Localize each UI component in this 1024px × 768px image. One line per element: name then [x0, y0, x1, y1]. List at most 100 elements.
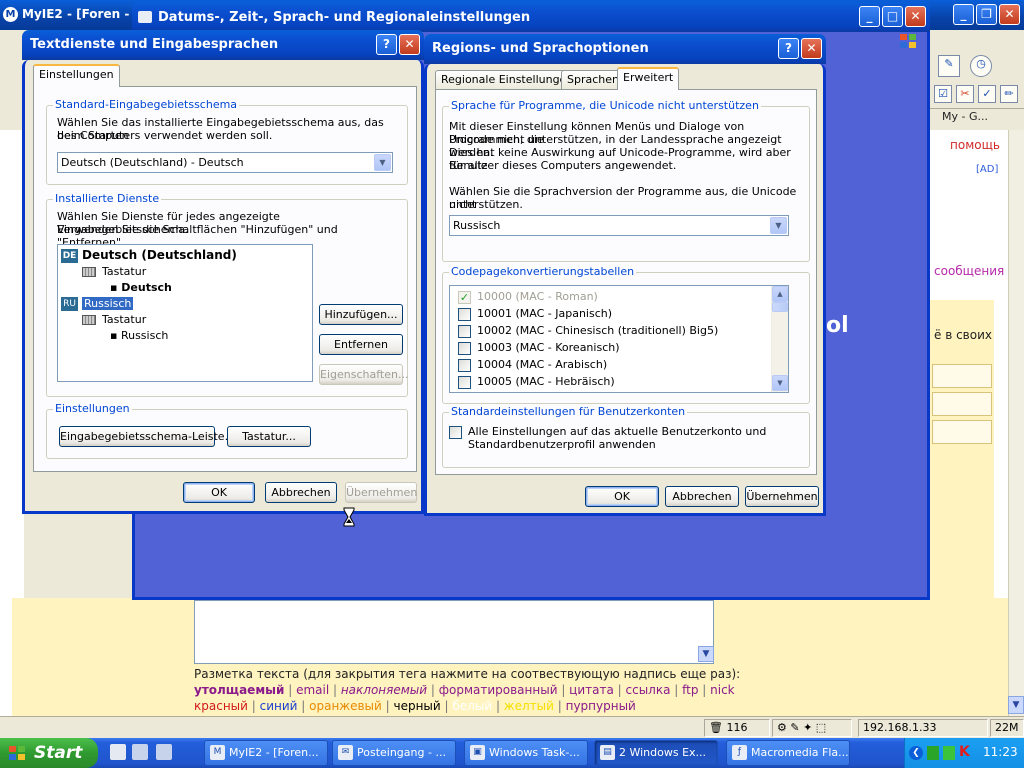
scroll-down-icon[interactable]: ▼ [1008, 696, 1024, 714]
markup-tag-link[interactable]: черный [394, 699, 441, 713]
markup-tag-link[interactable]: белый [452, 699, 492, 713]
keyboard-settings-button[interactable]: Tastatur... [227, 426, 311, 447]
chevron-down-icon[interactable]: ▼ [374, 154, 391, 171]
markup-tag-link[interactable]: email [296, 683, 329, 697]
status-tool-icons[interactable]: ⚙ ✎ ✦ ⬚ [777, 721, 826, 734]
help-icon[interactable]: ? [778, 38, 799, 59]
installed-services-tree[interactable]: DE Deutsch (Deutschland) Tastatur ▪ Deuts… [57, 244, 313, 382]
markup-tag-link[interactable]: ftp [682, 683, 698, 697]
message-textarea[interactable] [194, 600, 714, 664]
help-link[interactable]: помощь [950, 138, 1000, 152]
properties-button[interactable]: Eigenschaften... [319, 364, 408, 385]
maximize-icon[interactable]: □ [882, 6, 903, 27]
scroll-thumb[interactable] [772, 302, 788, 312]
ok-button[interactable]: OK [183, 482, 255, 503]
edit-icon[interactable]: ✎ [938, 55, 960, 77]
markup-tag-link[interactable]: оранжевый [309, 699, 382, 713]
codepage-item[interactable]: 10002 (MAC - Chinesisch (traditionell) B… [458, 324, 718, 338]
codepage-checkbox[interactable] [458, 358, 471, 372]
markup-tag-link[interactable]: пурпурный [566, 699, 636, 713]
taskbar-button[interactable]: ƒ Macromedia Fla... [726, 740, 850, 766]
markup-tag-link[interactable]: nick [710, 683, 735, 697]
codepage-checkbox[interactable] [458, 324, 471, 338]
markup-tag-link[interactable]: ссылка [626, 683, 671, 697]
markup-tag-link[interactable]: красный [194, 699, 248, 713]
ad-label[interactable]: [AD] [976, 164, 998, 175]
close-icon[interactable]: ✕ [905, 6, 926, 27]
markup-tag-link[interactable]: цитата [569, 683, 614, 697]
taskbar-button[interactable]: ✉ Posteingang - ... [332, 740, 456, 766]
codepage-checkbox[interactable] [458, 307, 471, 321]
tree-node-de-layout[interactable]: ▪ Deutsch [110, 281, 172, 294]
help-icon[interactable]: ? [376, 34, 397, 55]
taskbar-button[interactable]: M MyIE2 - [Foren... [204, 740, 328, 766]
quicklaunch-icon[interactable] [110, 744, 126, 760]
tray-collapse-icon[interactable]: ❮ [909, 746, 923, 760]
tree-node-ru[interactable]: RU Russisch [61, 297, 134, 311]
checklist-icon[interactable]: ✓ [978, 85, 996, 103]
language-bar-button[interactable]: Eingabegebietsschema-Leiste... [59, 426, 235, 447]
codepage-item[interactable]: 10003 (MAC - Koreanisch) [458, 341, 620, 355]
tab-regional-settings[interactable]: Regionale Einstellungen [435, 70, 580, 90]
quicklaunch-icon[interactable] [156, 744, 172, 760]
remove-button[interactable]: Entfernen [319, 334, 403, 355]
separator: | [427, 683, 439, 697]
tab-languages[interactable]: Sprachen [561, 70, 625, 90]
markup-tag-link[interactable]: синий [260, 699, 298, 713]
tree-node-de[interactable]: DE Deutsch (Deutschland) [61, 248, 237, 263]
codepage-checkbox[interactable] [458, 341, 471, 355]
clipboard-icon[interactable]: ☑ [934, 85, 952, 103]
unicode-language-select[interactable]: Russisch ▼ [449, 215, 789, 236]
browser-scrollbar[interactable] [1008, 130, 1024, 716]
markup-tag-link[interactable]: утолщаемый [194, 683, 284, 697]
apply-button[interactable]: Übernehmen [345, 482, 417, 503]
close-icon[interactable]: ✕ [399, 34, 420, 55]
apply-all-checkbox[interactable] [449, 425, 462, 439]
tab-advanced[interactable]: Erweitert [617, 67, 680, 90]
taskbar-button[interactable]: ▤ 2 Windows Ex... [594, 740, 718, 766]
pen-icon[interactable]: ✏ [1000, 85, 1018, 103]
form-row [932, 392, 992, 416]
taskbar-button[interactable]: ▣ Windows Task-... [464, 740, 588, 766]
minimize-icon[interactable]: _ [953, 4, 974, 25]
minimize-icon[interactable]: _ [859, 6, 880, 27]
quicklaunch-icon[interactable] [132, 744, 148, 760]
codepage-list[interactable]: ✓ 10000 (MAC - Roman) 10001 (MAC - Japanis… [449, 285, 789, 393]
browser-tab-my[interactable]: My - G... [942, 110, 988, 123]
cancel-button[interactable]: Abbrechen [265, 482, 337, 503]
markup-tag-link[interactable]: желтый [504, 699, 554, 713]
markup-tag-link[interactable]: наклоняемый [341, 683, 427, 697]
chevron-down-icon[interactable]: ▼ [770, 217, 787, 234]
tree-node-keyboard-ru[interactable]: Tastatur [82, 313, 146, 326]
codepage-item[interactable]: 10004 (MAC - Arabisch) [458, 358, 607, 372]
codepage-item[interactable]: 10001 (MAC - Japanisch) [458, 307, 612, 321]
codepage-label: 10000 (MAC - Roman) [477, 290, 598, 303]
ok-button[interactable]: OK [585, 486, 659, 507]
default-input-select[interactable]: Deutsch (Deutschland) - Deutsch ▼ [57, 152, 393, 173]
codepage-checkbox[interactable] [458, 375, 471, 389]
tools-icon[interactable]: ✂ [956, 85, 974, 103]
add-button[interactable]: Hinzufügen... [319, 304, 403, 325]
history-icon[interactable]: ◷ [970, 55, 992, 77]
tray-app-icon[interactable] [927, 746, 939, 760]
markup-tag-link[interactable]: форматированный [439, 683, 558, 697]
codepage-checkbox[interactable]: ✓ [458, 290, 471, 304]
tray-app-icon[interactable] [943, 746, 955, 760]
scroll-up-icon[interactable]: ▲ [772, 286, 788, 302]
messages-link[interactable]: сообщения [934, 264, 1004, 278]
close-icon[interactable]: ✕ [999, 4, 1020, 25]
restore-icon[interactable]: ❐ [976, 4, 997, 25]
tree-node-ru-layout[interactable]: ▪ Russisch [110, 329, 168, 342]
codepage-scrollbar[interactable]: ▲ ▼ [771, 286, 788, 392]
tree-node-keyboard-de[interactable]: Tastatur [82, 265, 146, 278]
close-icon[interactable]: ✕ [801, 38, 822, 59]
codepage-item[interactable]: 10005 (MAC - Hebräisch) [458, 375, 615, 389]
codepage-item[interactable]: ✓ 10000 (MAC - Roman) [458, 290, 598, 304]
textarea-scroll-down-icon[interactable]: ▼ [698, 646, 714, 662]
tab-settings[interactable]: Einstellungen [33, 64, 120, 87]
antivirus-icon[interactable]: K [959, 744, 970, 760]
scroll-down-icon[interactable]: ▼ [772, 375, 788, 391]
cancel-button[interactable]: Abbrechen [665, 486, 739, 507]
apply-button[interactable]: Übernehmen [745, 486, 819, 507]
apply-all-checkbox-row[interactable]: Alle Einstellungen auf das aktuelle Benu… [449, 425, 766, 439]
